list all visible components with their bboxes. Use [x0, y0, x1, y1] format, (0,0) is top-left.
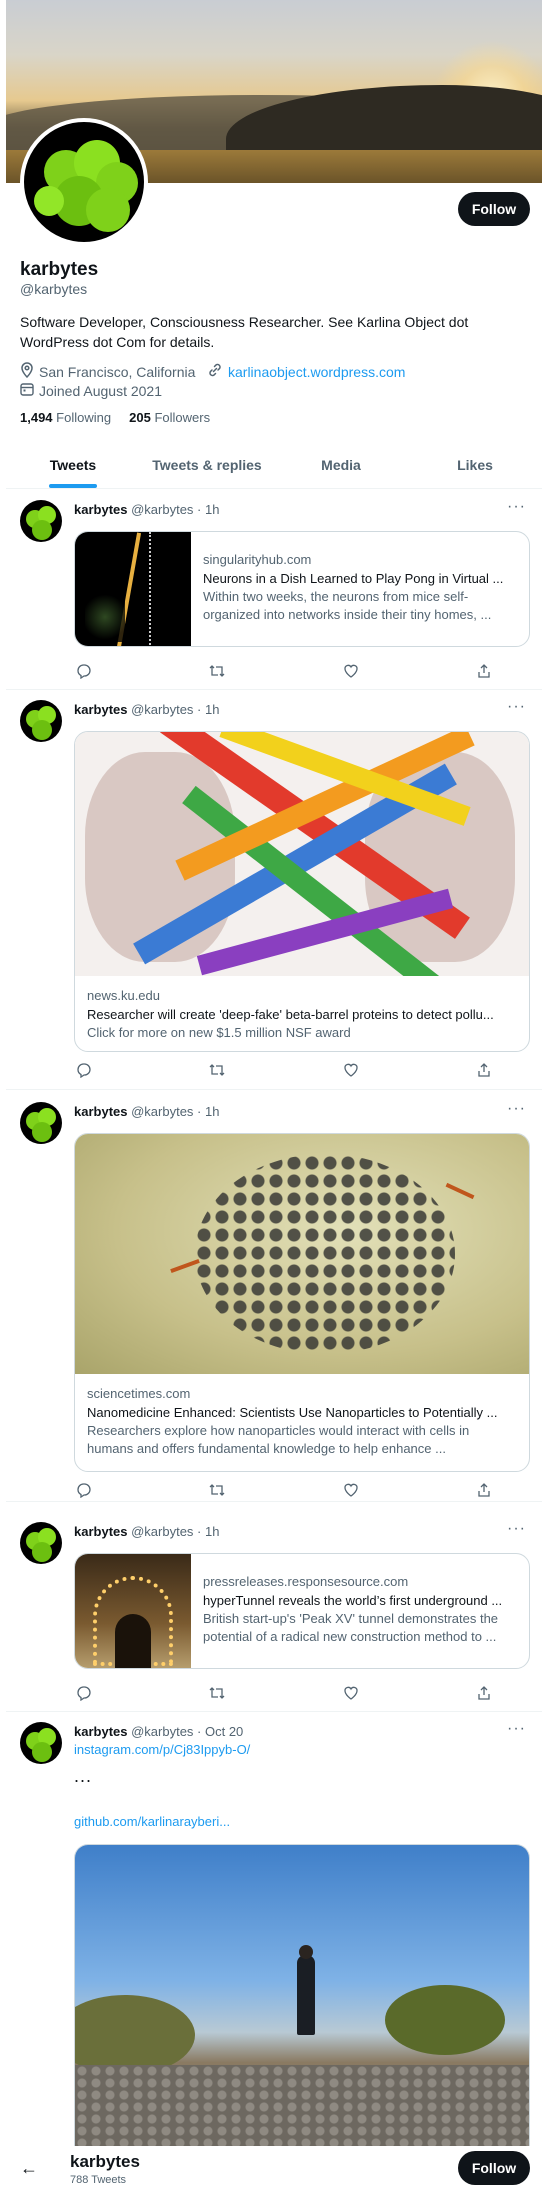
- tweet-avatar[interactable]: [20, 700, 62, 742]
- reply-icon[interactable]: [74, 1060, 94, 1080]
- card-domain: singularityhub.com: [203, 552, 312, 567]
- tweet[interactable]: karbytes @karbytes · 1h ··· singularityh…: [6, 490, 542, 690]
- profile-joined: Joined August 2021: [20, 382, 162, 399]
- card-thumbnail: [75, 1554, 191, 1668]
- more-options-icon[interactable]: ···: [507, 498, 526, 516]
- more-options-icon[interactable]: ···: [507, 1520, 526, 1538]
- followers-link[interactable]: 205 Followers: [129, 410, 210, 425]
- tweet-avatar[interactable]: [20, 1102, 62, 1144]
- like-icon[interactable]: [341, 1480, 361, 1500]
- card-thumbnail: [75, 532, 191, 646]
- tweet-link-instagram[interactable]: instagram.com/p/Cj83Ippyb-O/: [74, 1742, 250, 1757]
- card-domain: pressreleases.responsesource.com: [203, 1574, 409, 1589]
- share-icon[interactable]: [474, 1480, 494, 1500]
- share-icon[interactable]: [474, 1683, 494, 1703]
- card-title: Neurons in a Dish Learned to Play Pong i…: [203, 571, 504, 586]
- share-icon[interactable]: [474, 1060, 494, 1080]
- profile-bio: Software Developer, Consciousness Resear…: [20, 314, 469, 350]
- profile-display-name: karbytes: [20, 259, 99, 280]
- tweet[interactable]: karbytes @karbytes · 1h ··· sciencetimes…: [6, 1092, 542, 1502]
- like-icon[interactable]: [341, 1683, 361, 1703]
- tweet-actions: [74, 1060, 494, 1080]
- follow-button[interactable]: Follow: [458, 192, 530, 226]
- sticky-profile-name: karbytes: [70, 2152, 140, 2171]
- card-domain: news.ku.edu: [87, 988, 160, 1003]
- retweet-icon[interactable]: [207, 1060, 227, 1080]
- profile-website[interactable]: karlinaobject.wordpress.com: [207, 362, 405, 381]
- tweet-author[interactable]: karbytes: [74, 1524, 127, 1539]
- retweet-icon[interactable]: [207, 1683, 227, 1703]
- card-title: Nanomedicine Enhanced: Scientists Use Na…: [87, 1405, 498, 1420]
- tweet-photo[interactable]: [74, 1844, 530, 2146]
- tab-tweets-and-replies[interactable]: Tweets & replies: [140, 443, 274, 488]
- website-link[interactable]: karlinaobject.wordpress.com: [228, 364, 405, 380]
- tweet-header: karbytes @karbytes · 1h: [74, 1524, 220, 1539]
- like-icon[interactable]: [341, 661, 361, 681]
- tweet-actions: [74, 1480, 494, 1500]
- link-card[interactable]: news.ku.edu Researcher will create 'deep…: [74, 731, 530, 1052]
- link-card[interactable]: pressreleases.responsesource.com hyperTu…: [74, 1553, 530, 1669]
- location-pin-icon: [20, 362, 34, 381]
- tweet-actions: [74, 1683, 494, 1703]
- following-link[interactable]: 1,494 Following: [20, 410, 111, 425]
- tweet-link-github[interactable]: github.com/karlinarayberi...: [74, 1814, 230, 1829]
- tab-media[interactable]: Media: [274, 443, 408, 488]
- tweet-author[interactable]: karbytes: [74, 1104, 127, 1119]
- tweet[interactable]: karbytes @karbytes · 1h ··· news.ku.edu …: [6, 690, 542, 1090]
- card-description: Click for more on new $1.5 million NSF a…: [87, 1025, 351, 1040]
- tab-likes[interactable]: Likes: [408, 443, 542, 488]
- tweet[interactable]: karbytes @karbytes · 1h ··· pressrelease…: [6, 1512, 542, 1712]
- tweet-avatar[interactable]: [20, 500, 62, 542]
- profile-handle: @karbytes: [20, 281, 88, 297]
- card-description: Within two weeks, the neurons from mice …: [203, 589, 492, 622]
- tab-tweets[interactable]: Tweets: [6, 443, 140, 488]
- link-icon: [207, 362, 223, 381]
- sticky-tweet-count: 788 Tweets: [70, 2174, 127, 2186]
- like-icon[interactable]: [341, 1060, 361, 1080]
- tweet-header: karbytes @karbytes · 1h: [74, 502, 220, 517]
- location-text: San Francisco, California: [39, 363, 196, 380]
- tweet[interactable]: karbytes @karbytes · Oct 20 ··· instagra…: [6, 1712, 542, 2146]
- retweet-icon[interactable]: [207, 1480, 227, 1500]
- tweet-author[interactable]: karbytes: [74, 702, 127, 717]
- profile-location: San Francisco, California: [20, 362, 195, 381]
- card-image: [75, 1134, 529, 1374]
- back-arrow-icon[interactable]: ←: [20, 2158, 38, 2179]
- profile-tabs: Tweets Tweets & replies Media Likes: [6, 443, 542, 489]
- profile-avatar[interactable]: [20, 118, 148, 246]
- more-options-icon[interactable]: ···: [507, 1720, 526, 1738]
- tweet-header: karbytes @karbytes · Oct 20: [74, 1724, 244, 1739]
- card-description: British start-up's 'Peak XV' tunnel demo…: [203, 1611, 499, 1644]
- tweet-author[interactable]: karbytes: [74, 1724, 127, 1739]
- card-title: hyperTunnel reveals the world’s first un…: [203, 1593, 503, 1608]
- more-options-icon[interactable]: ···: [507, 1100, 526, 1118]
- card-title: Researcher will create 'deep-fake' beta-…: [87, 1007, 494, 1022]
- joined-text: Joined August 2021: [39, 382, 162, 399]
- tweet-actions: [74, 661, 494, 681]
- link-card[interactable]: sciencetimes.com Nanomedicine Enhanced: …: [74, 1133, 530, 1472]
- share-icon[interactable]: [474, 661, 494, 681]
- card-image: [75, 732, 529, 976]
- reply-icon[interactable]: [74, 1480, 94, 1500]
- sticky-profile-header: ← karbytes 788 Tweets Follow: [0, 2146, 548, 2190]
- card-description: Researchers explore how nanoparticles wo…: [87, 1423, 470, 1456]
- tweet-avatar[interactable]: [20, 1522, 62, 1564]
- retweet-icon[interactable]: [207, 661, 227, 681]
- profile-counts: 1,494 Following 205 Followers: [20, 410, 210, 425]
- tweet-header: karbytes @karbytes · 1h: [74, 702, 220, 717]
- calendar-icon: [20, 382, 34, 399]
- tweet-ellipsis-text: ...: [74, 1766, 93, 1786]
- sticky-follow-button[interactable]: Follow: [458, 2151, 530, 2185]
- tweet-header: karbytes @karbytes · 1h: [74, 1104, 220, 1119]
- card-domain: sciencetimes.com: [87, 1386, 191, 1401]
- tweet-author[interactable]: karbytes: [74, 502, 127, 517]
- tweet-avatar[interactable]: [20, 1722, 62, 1764]
- reply-icon[interactable]: [74, 661, 94, 681]
- more-options-icon[interactable]: ···: [507, 698, 526, 716]
- link-card[interactable]: singularityhub.com Neurons in a Dish Lea…: [74, 531, 530, 647]
- reply-icon[interactable]: [74, 1683, 94, 1703]
